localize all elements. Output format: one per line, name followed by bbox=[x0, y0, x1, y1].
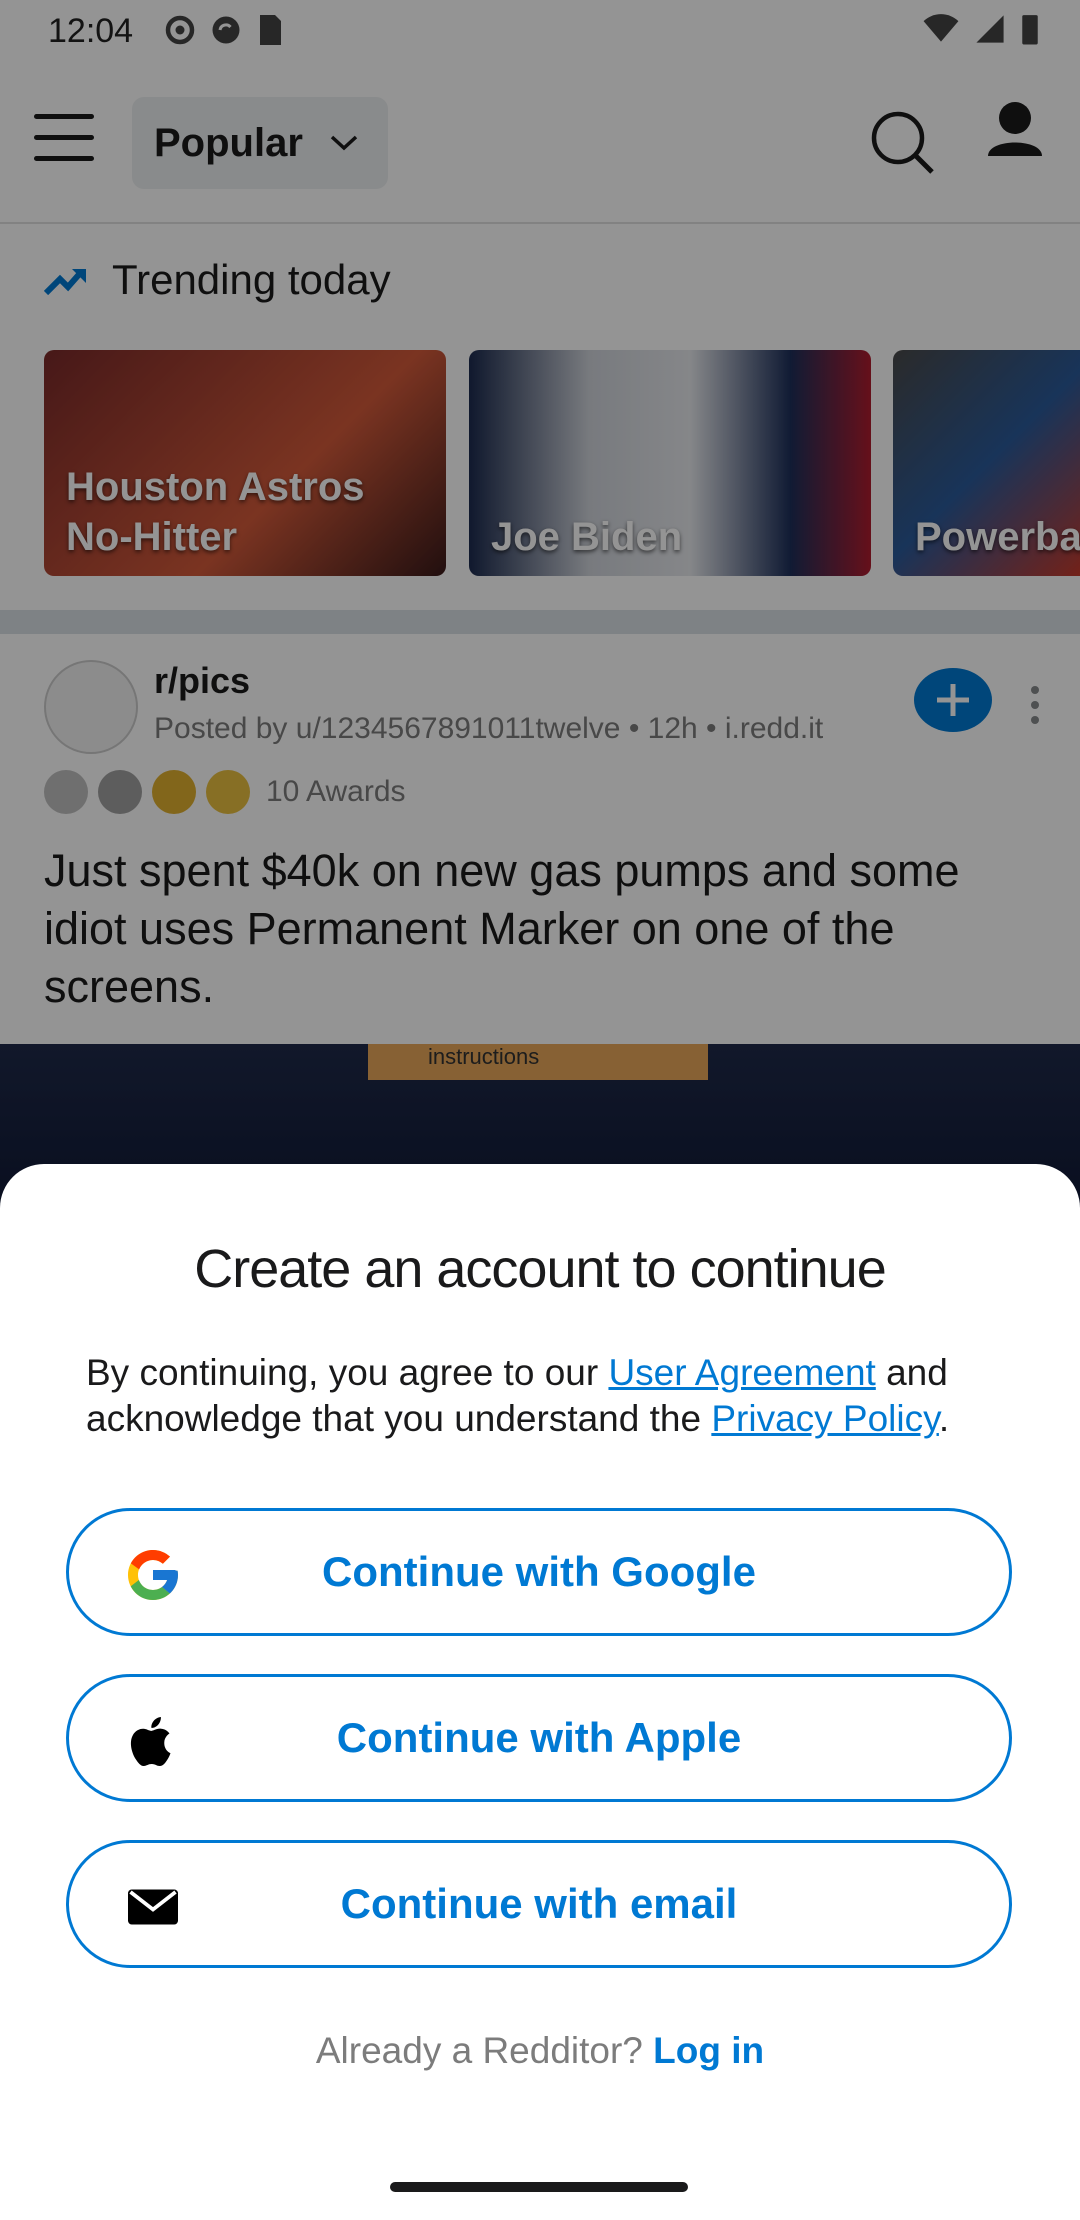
continue-with-email-button[interactable]: Continue with email bbox=[66, 1840, 1012, 1968]
continue-with-apple-label: Continue with Apple bbox=[336, 1714, 742, 1761]
user-agreement-link[interactable]: User Agreement bbox=[608, 1352, 875, 1393]
home-indicator[interactable] bbox=[390, 2182, 688, 2192]
privacy-policy-link[interactable]: Privacy Policy bbox=[711, 1398, 939, 1439]
continue-with-google-button[interactable]: Continue with Google bbox=[66, 1508, 1012, 1636]
google-icon bbox=[128, 1550, 178, 1600]
sheet-title: Create an account to continue bbox=[194, 1239, 886, 1299]
mail-icon bbox=[128, 1889, 178, 1925]
log-in-link[interactable]: Log in bbox=[653, 2030, 764, 2071]
apple-icon bbox=[130, 1717, 171, 1767]
terms-prefix: By continuing, you agree to our bbox=[86, 1352, 609, 1393]
continue-with-apple-button[interactable]: Continue with Apple bbox=[66, 1674, 1012, 1802]
continue-with-email-label: Continue with email bbox=[340, 1880, 738, 1927]
continue-with-google-label: Continue with Google bbox=[322, 1548, 756, 1595]
login-prompt: Already a Redditor? Log in bbox=[0, 2030, 1080, 2072]
terms-suffix: . bbox=[938, 1398, 950, 1439]
login-prompt-text: Already a Redditor? bbox=[315, 2030, 643, 2071]
terms-text: By continuing, you agree to our User Agr… bbox=[86, 1350, 1026, 1442]
